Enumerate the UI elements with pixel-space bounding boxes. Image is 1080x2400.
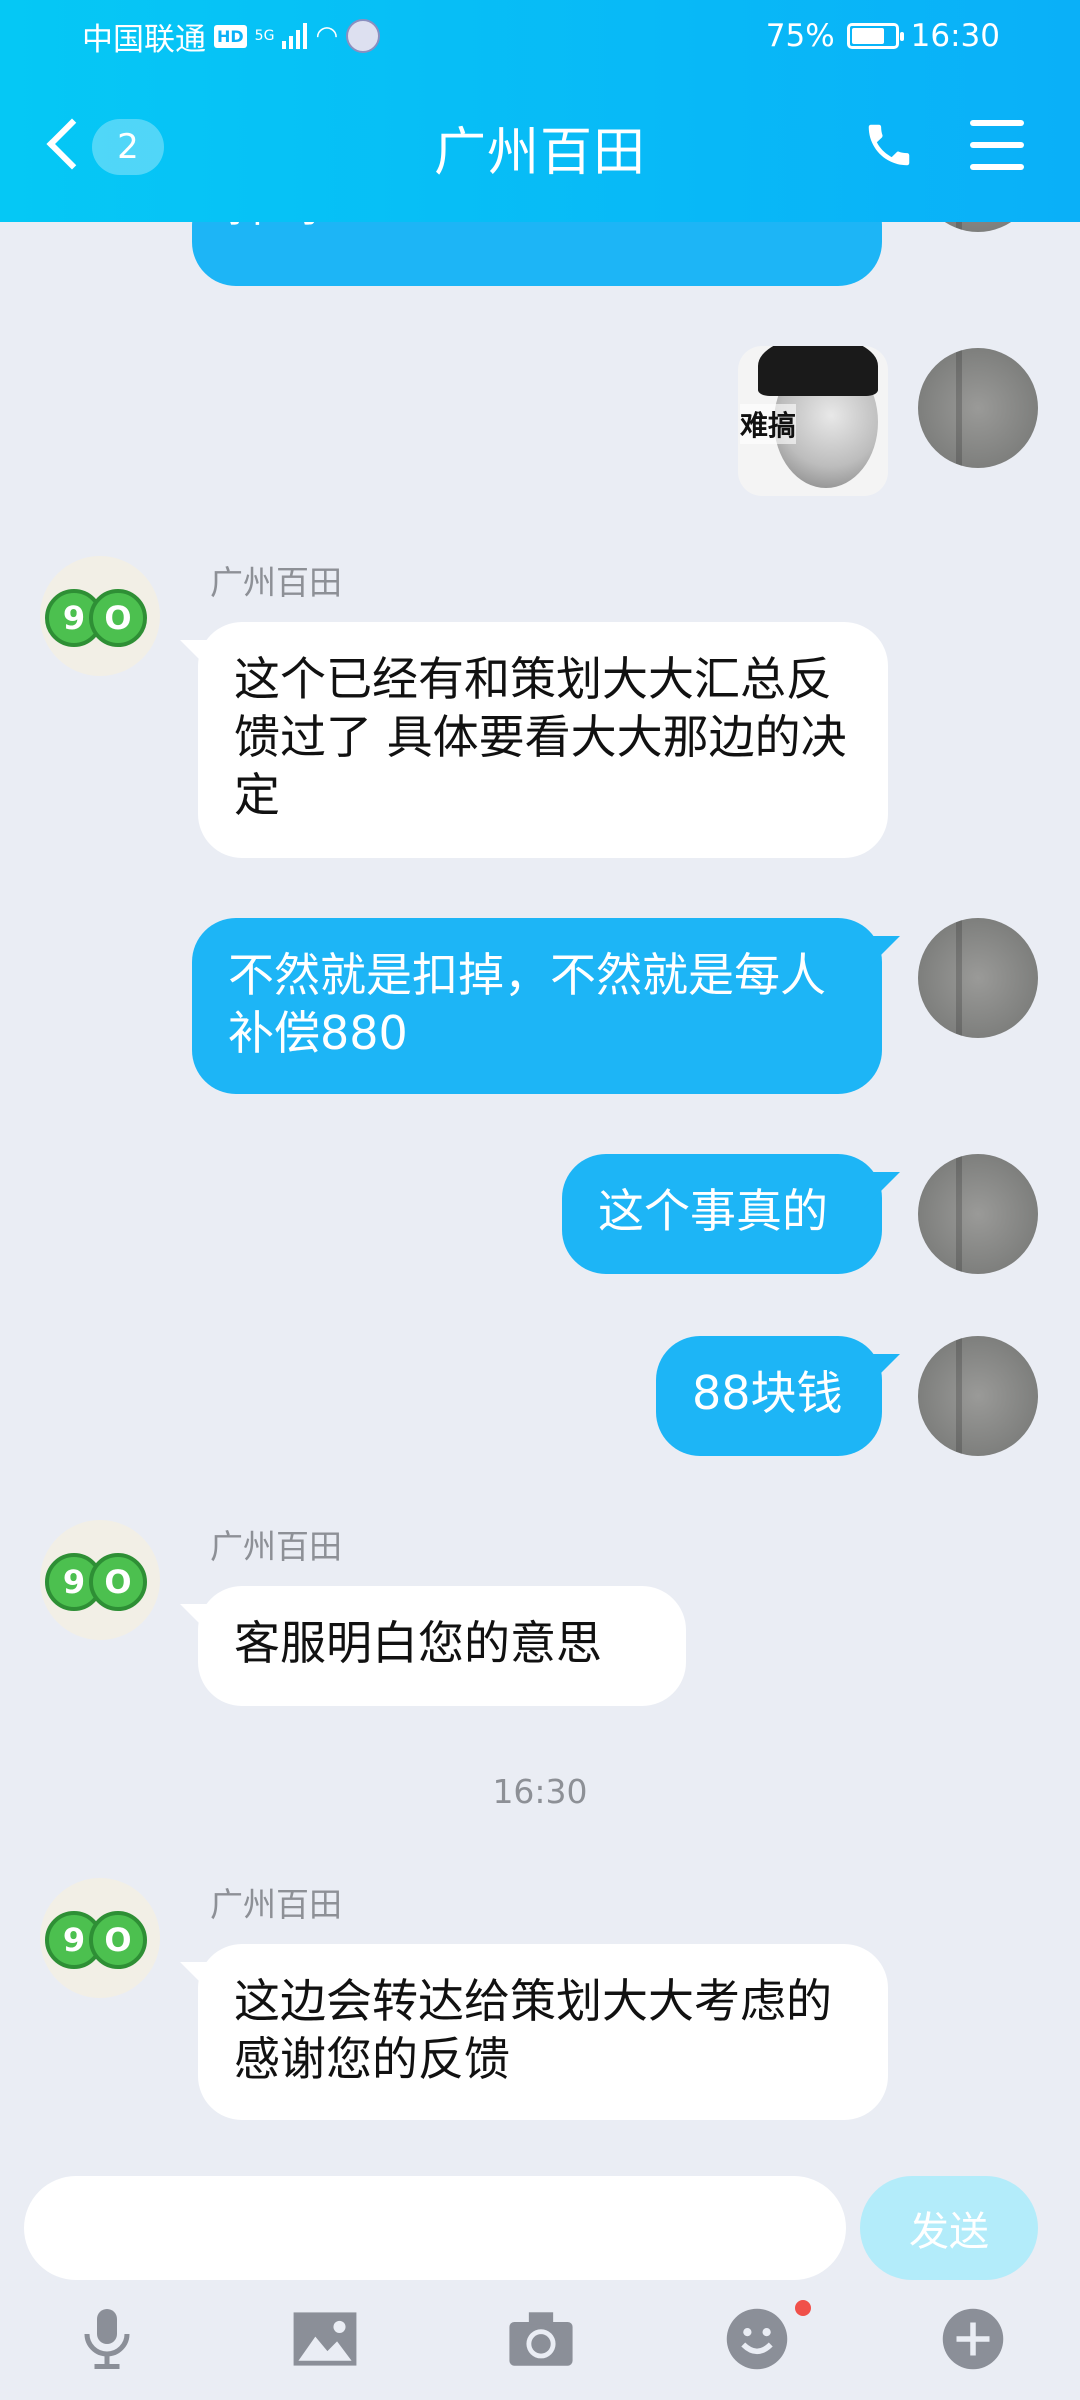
emoji-icon[interactable] xyxy=(722,2304,792,2374)
shop-logo: 9 O xyxy=(45,1903,155,1973)
my-avatar[interactable] xyxy=(918,918,1038,1038)
message-bubble-outgoing[interactable]: 不然就是扣掉，不然就是每人补偿880 xyxy=(192,918,882,1094)
status-time: 16:30 xyxy=(910,18,1000,54)
message-list[interactable]: 掉吗 难搞 9 O 广州百田 这个已经有和策划大大汇总反馈过了 具体要看大大那边… xyxy=(0,222,1080,2170)
sender-name: 广州百田 xyxy=(210,1885,342,1924)
shop-avatar[interactable]: 9 O xyxy=(40,1878,160,1998)
image-icon[interactable] xyxy=(290,2304,360,2374)
sticker-message[interactable]: 难搞 xyxy=(738,346,888,496)
my-avatar[interactable] xyxy=(918,1336,1038,1456)
message-bubble-outgoing[interactable]: 88块钱 xyxy=(656,1336,882,1456)
sender-name: 广州百田 xyxy=(210,563,342,602)
message-bubble-incoming[interactable]: 这个已经有和策划大大汇总反馈过了 具体要看大大那边的决定 xyxy=(198,622,888,858)
notification-dot xyxy=(795,2300,811,2316)
microphone-icon[interactable] xyxy=(72,2304,142,2374)
carrier-label: 中国联通 xyxy=(82,21,206,58)
app-notification-icon xyxy=(346,19,381,53)
shop-logo: 9 O xyxy=(45,581,155,651)
plus-icon[interactable] xyxy=(938,2304,1008,2374)
message-input[interactable] xyxy=(24,2176,846,2280)
send-button[interactable]: 发送 xyxy=(860,2176,1038,2280)
phone-icon[interactable] xyxy=(862,118,916,172)
message-bubble-incoming[interactable]: 这边会转达给策划大大考虑的 感谢您的反馈 xyxy=(198,1944,888,2120)
sender-name: 广州百田 xyxy=(210,1527,342,1566)
camera-icon[interactable] xyxy=(506,2304,576,2374)
sticker-hair xyxy=(758,346,878,396)
my-avatar[interactable] xyxy=(918,1154,1038,1274)
message-timestamp: 16:30 xyxy=(492,1772,588,1811)
menu-icon[interactable] xyxy=(970,120,1024,170)
message-bubble-incoming[interactable]: 客服明白您的意思 xyxy=(198,1586,686,1706)
status-bar: 中国联通 HD 5G ◠ 75% 16:30 xyxy=(82,16,1000,58)
my-avatar[interactable] xyxy=(918,348,1038,468)
wifi-icon: ◠ xyxy=(315,21,339,51)
hd-icon: HD xyxy=(214,24,247,48)
battery-icon xyxy=(846,23,904,49)
shop-avatar[interactable]: 9 O xyxy=(40,1520,160,1640)
message-bubble-outgoing[interactable]: 掉吗 xyxy=(192,222,882,286)
message-text: 掉吗 xyxy=(228,222,320,234)
message-bubble-outgoing[interactable]: 这个事真的 xyxy=(562,1154,882,1274)
battery-percent: 75% xyxy=(765,18,835,54)
signal-icon xyxy=(282,23,308,49)
shop-logo: 9 O xyxy=(45,1545,155,1615)
chat-title: 广州百田 xyxy=(433,123,646,183)
my-avatar[interactable] xyxy=(918,222,1038,232)
network-type-label: 5G xyxy=(254,28,275,44)
chat-header: 中国联通 HD 5G ◠ 75% 16:30 2 广州百田 xyxy=(0,0,1080,222)
shop-avatar[interactable]: 9 O xyxy=(40,556,160,676)
sticker-text: 难搞 xyxy=(740,404,797,444)
